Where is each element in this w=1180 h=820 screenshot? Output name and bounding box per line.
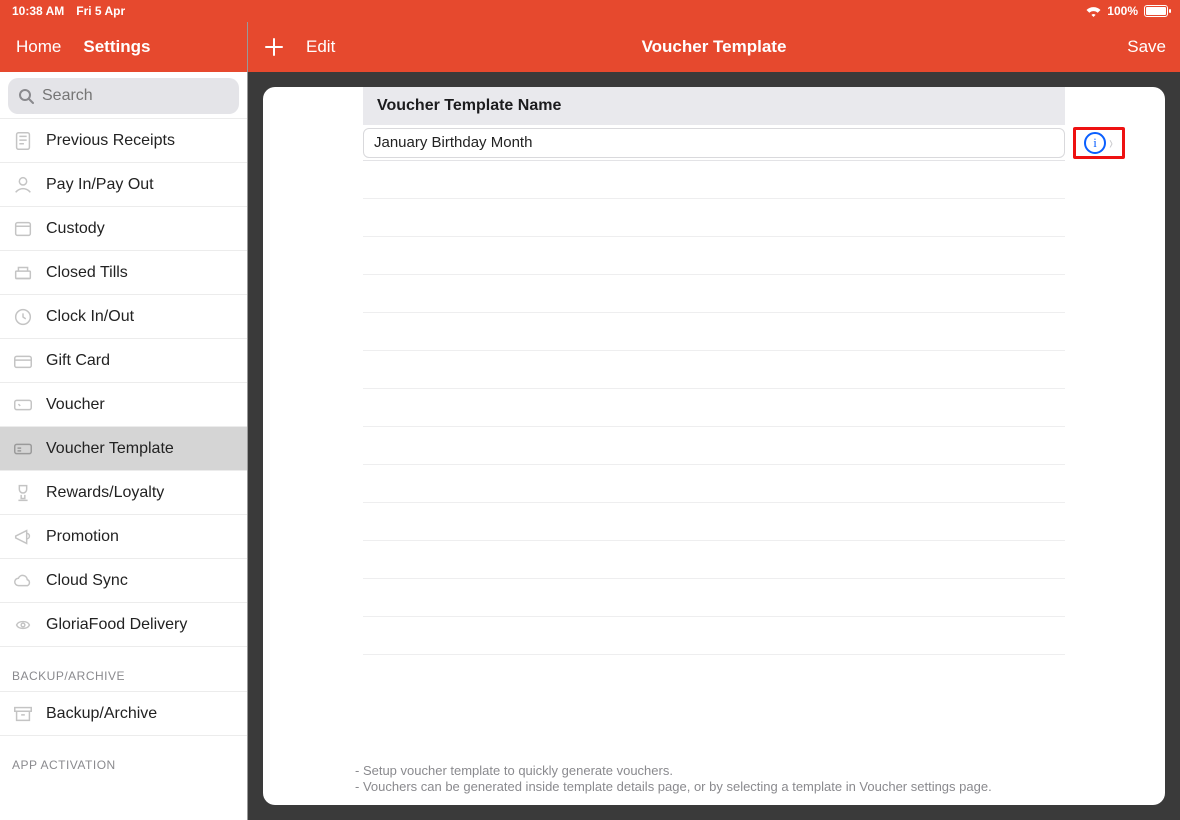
content-card: Voucher Template Name i › (263, 87, 1165, 805)
empty-row (363, 237, 1065, 275)
sidebar-item-label: GloriaFood Delivery (46, 616, 187, 634)
cash-hand-icon (10, 172, 36, 198)
empty-row (363, 389, 1065, 427)
battery-percent: 100% (1107, 4, 1138, 18)
sidebar-item-label: Closed Tills (46, 264, 128, 282)
sidebar-item-label: Backup/Archive (46, 705, 157, 723)
status-date: Fri 5 Apr (76, 4, 125, 18)
sidebar-item-label: Promotion (46, 528, 119, 546)
empty-row (363, 541, 1065, 579)
sidebar-item-label: Rewards/Loyalty (46, 484, 164, 502)
footer-notes: - Setup voucher template to quickly gene… (355, 762, 1073, 795)
sidebar-item-rewards[interactable]: Rewards/Loyalty (0, 471, 247, 515)
home-button[interactable]: Home (16, 37, 61, 57)
archive-icon (10, 701, 36, 727)
sidebar-item-custody[interactable]: Custody (0, 207, 247, 251)
main-pane: Edit Voucher Template Save Voucher Templ… (248, 22, 1180, 820)
footer-note-2: - Vouchers can be generated inside templ… (355, 779, 1073, 794)
wifi-icon (1086, 5, 1101, 17)
sidebar-item-label: Voucher (46, 396, 105, 414)
gift-card-icon (10, 348, 36, 374)
search-input[interactable] (42, 87, 249, 105)
sidebar-item-pay-in-out[interactable]: Pay In/Pay Out (0, 163, 247, 207)
sidebar-item-gift-card[interactable]: Gift Card (0, 339, 247, 383)
sidebar: Home Settings Previous Receipts Pay In/P… (0, 22, 248, 820)
settings-button[interactable]: Settings (83, 37, 150, 57)
delivery-icon (10, 612, 36, 638)
sidebar-item-clock-in-out[interactable]: Clock In/Out (0, 295, 247, 339)
sidebar-item-closed-tills[interactable]: Closed Tills (0, 251, 247, 295)
empty-row (363, 199, 1065, 237)
sidebar-item-label: Custody (46, 220, 105, 238)
group-header: Voucher Template Name (363, 87, 1065, 125)
megaphone-icon (10, 524, 36, 550)
status-bar: 10:38 AM Fri 5 Apr 100% (0, 0, 1180, 22)
sidebar-item-previous-receipts[interactable]: Previous Receipts (0, 119, 247, 163)
template-name-input[interactable] (363, 128, 1065, 158)
sidebar-item-label: Previous Receipts (46, 132, 175, 150)
sidebar-item-voucher[interactable]: Voucher (0, 383, 247, 427)
sidebar-item-label: Pay In/Pay Out (46, 176, 154, 194)
footer-note-1: - Setup voucher template to quickly gene… (355, 763, 1073, 778)
empty-row (363, 313, 1065, 351)
info-detail-button[interactable]: i › (1073, 127, 1125, 159)
search-input-wrap[interactable] (8, 78, 239, 114)
add-button[interactable] (262, 35, 286, 59)
sidebar-header: Home Settings (0, 22, 247, 72)
sidebar-item-label: Gift Card (46, 352, 110, 370)
sidebar-item-promotion[interactable]: Promotion (0, 515, 247, 559)
empty-row (363, 617, 1065, 655)
empty-row (363, 427, 1065, 465)
sidebar-item-label: Clock In/Out (46, 308, 134, 326)
custody-icon (10, 216, 36, 242)
empty-row (363, 351, 1065, 389)
info-icon: i (1084, 132, 1106, 154)
page-title: Voucher Template (642, 37, 787, 57)
empty-row (363, 275, 1065, 313)
empty-row (363, 655, 1065, 693)
empty-row (363, 503, 1065, 541)
battery-icon (1144, 5, 1168, 17)
template-row[interactable]: i › (363, 125, 1065, 161)
section-app-activation: APP ACTIVATION (0, 736, 247, 780)
sidebar-list[interactable]: Previous Receipts Pay In/Pay Out Custody… (0, 119, 247, 820)
voucher-icon (10, 392, 36, 418)
status-time: 10:38 AM (12, 4, 64, 18)
main-header: Edit Voucher Template Save (248, 22, 1180, 72)
sidebar-item-label: Voucher Template (46, 440, 174, 458)
search-icon (18, 88, 34, 104)
save-button[interactable]: Save (1127, 37, 1166, 57)
sidebar-item-gloriafood[interactable]: GloriaFood Delivery (0, 603, 247, 647)
clock-icon (10, 304, 36, 330)
empty-row (363, 465, 1065, 503)
chevron-right-icon: › (1109, 133, 1113, 154)
sidebar-item-backup-archive[interactable]: Backup/Archive (0, 692, 247, 736)
voucher-template-icon (10, 436, 36, 462)
section-backup-archive: BACKUP/ARCHIVE (0, 647, 247, 692)
edit-button[interactable]: Edit (306, 37, 335, 57)
sidebar-item-voucher-template[interactable]: Voucher Template (0, 427, 247, 471)
empty-row (363, 161, 1065, 199)
sidebar-item-label: Cloud Sync (46, 572, 128, 590)
till-icon (10, 260, 36, 286)
receipt-icon (10, 128, 36, 154)
sidebar-item-cloud-sync[interactable]: Cloud Sync (0, 559, 247, 603)
trophy-icon (10, 480, 36, 506)
cloud-icon (10, 568, 36, 594)
empty-row (363, 579, 1065, 617)
